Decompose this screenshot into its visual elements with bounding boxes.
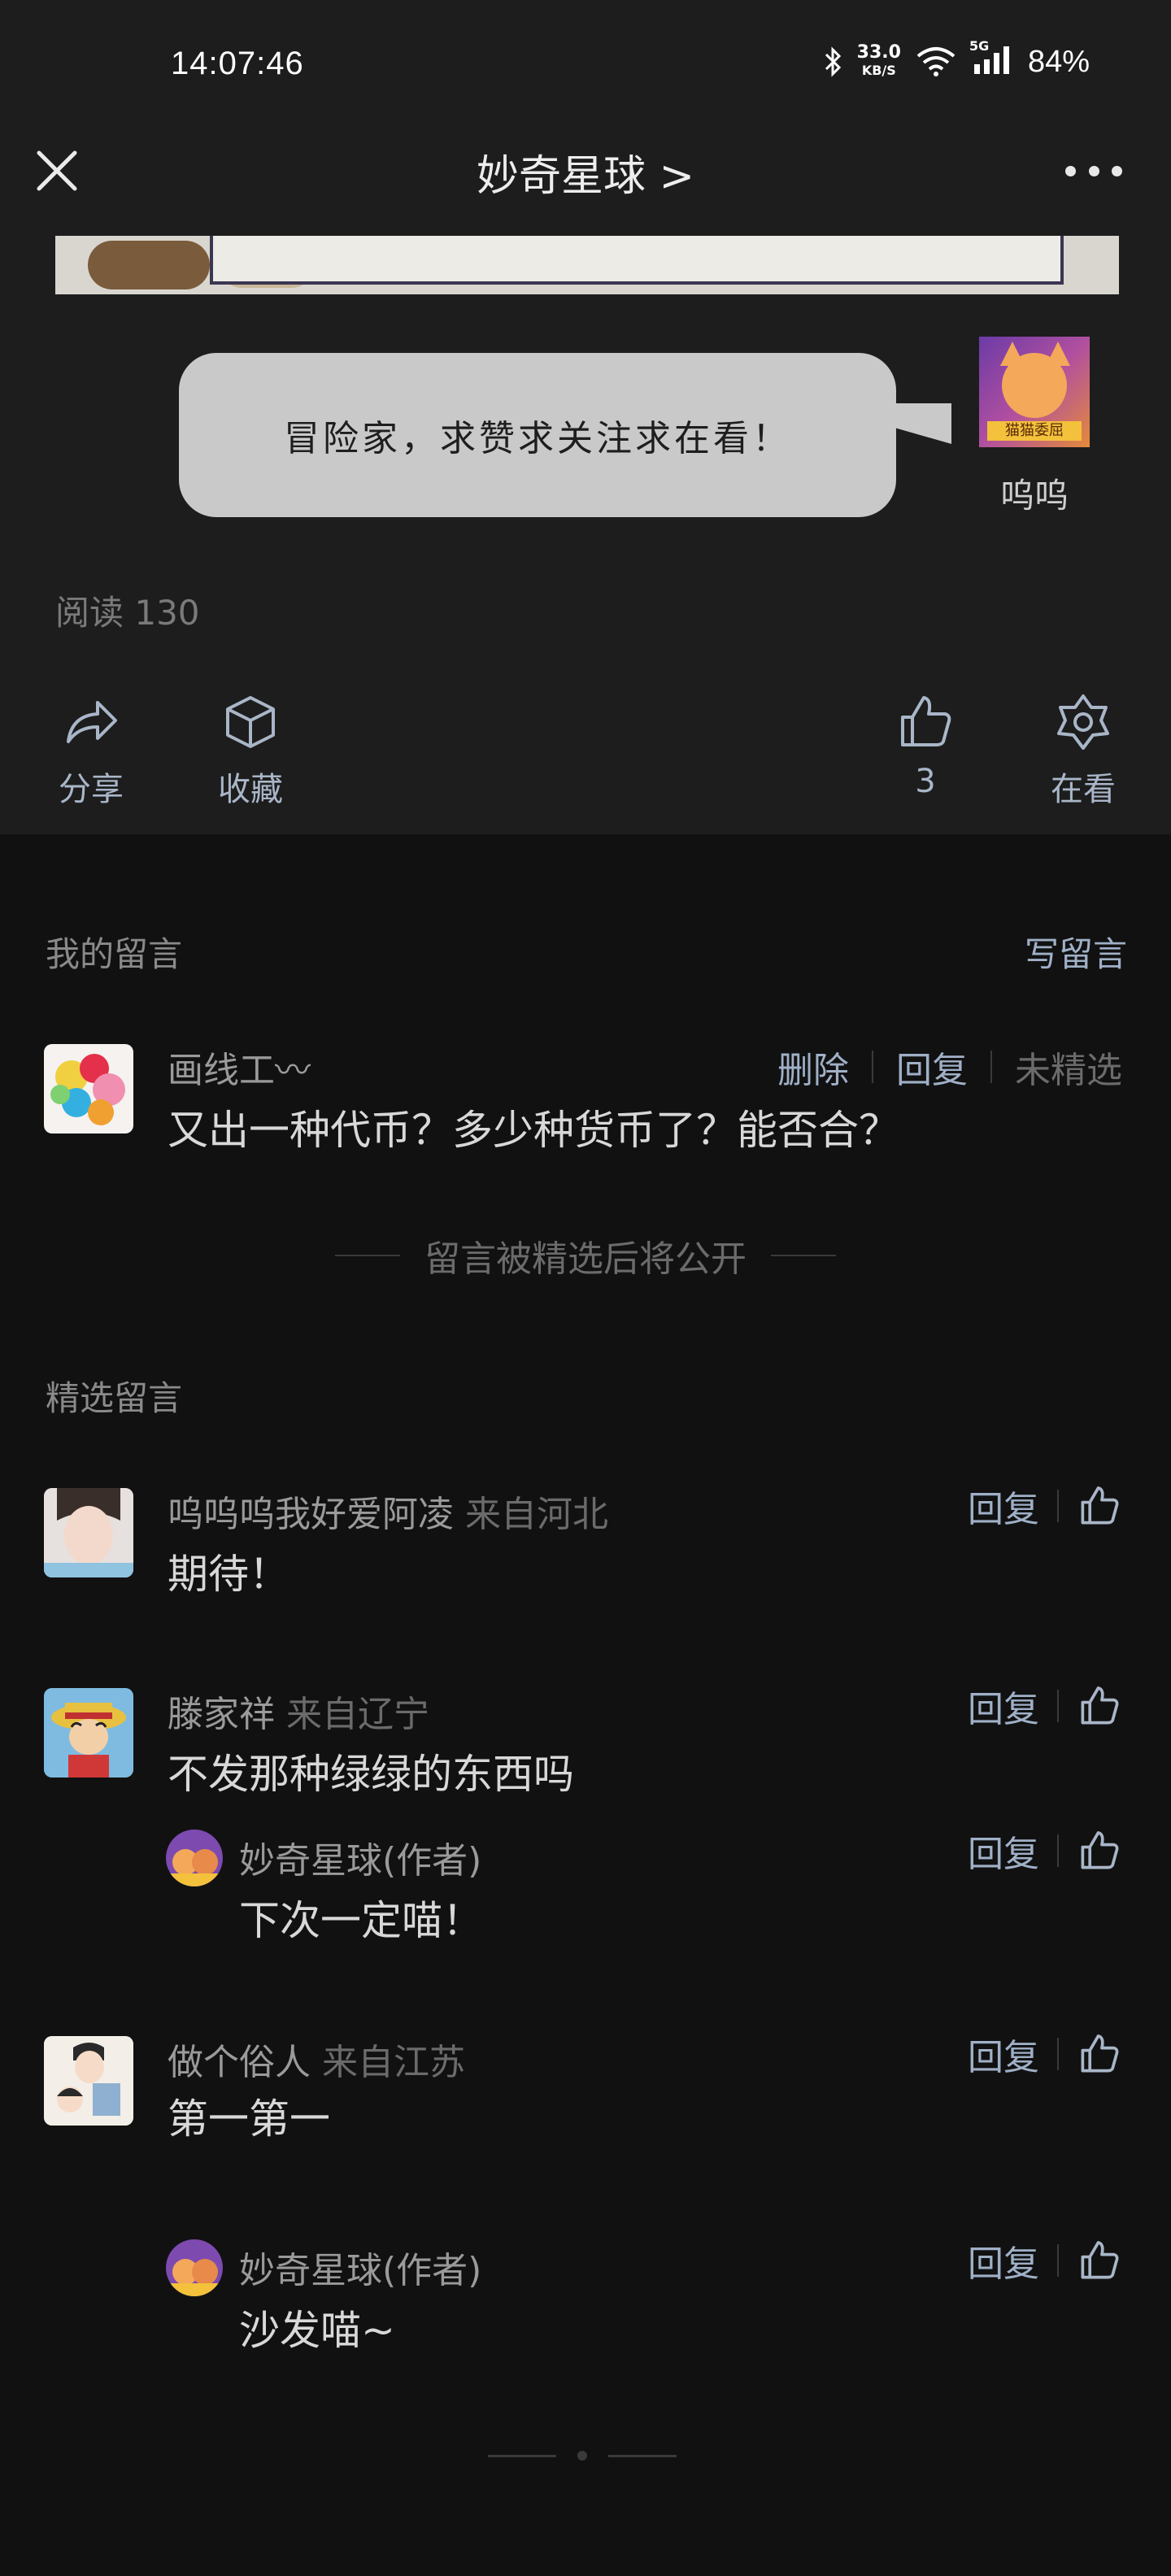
watching-icon <box>1057 694 1109 750</box>
my-comments-title: 我的留言 <box>46 934 183 974</box>
article-section: 冒险家，求赞求关注求在看！ 猫猫委屈 呜呜 阅读 130 分享 收藏 3 在看 <box>0 236 1171 834</box>
bubble-text: 冒险家，求赞求关注求在看！ <box>284 418 791 459</box>
comment-actions: 回复 <box>968 2028 1122 2080</box>
signal-5g-icon: 5G <box>969 38 1013 79</box>
reply-text: 沙发喵~ <box>239 2307 395 2354</box>
share-label: 分享 <box>59 771 124 808</box>
article-actions: 分享 收藏 3 在看 <box>0 691 1171 813</box>
speaker-name: 呜呜 <box>999 476 1069 516</box>
thumbs-up-icon[interactable] <box>1077 2238 1122 2283</box>
end-indicator <box>488 2451 677 2461</box>
reply-actions: 回复 <box>968 1825 1122 1877</box>
separator <box>1057 1690 1059 1722</box>
close-icon[interactable] <box>33 146 81 195</box>
reply-button[interactable]: 回复 <box>896 1041 968 1093</box>
battery-level: 84% <box>1027 44 1090 79</box>
reply-actions: 回复 <box>968 2234 1122 2287</box>
comment-header: 做个俗人 来自江苏 <box>168 2033 465 2085</box>
thumbs-up-icon[interactable] <box>1077 1483 1122 1529</box>
reply-button[interactable]: 回复 <box>968 2234 1039 2287</box>
comment-location: 来自江苏 <box>322 2042 465 2083</box>
avatar[interactable] <box>44 1044 133 1134</box>
author-nickname: 妙奇星球(作者) <box>239 2250 482 2291</box>
thumbs-up-icon[interactable] <box>1077 1683 1122 1729</box>
avatar[interactable] <box>44 2036 133 2126</box>
share-button[interactable]: 分享 <box>34 691 148 810</box>
separator <box>990 1051 992 1083</box>
thumbs-up-icon[interactable] <box>1077 1828 1122 1873</box>
watching-button[interactable]: 在看 <box>1026 691 1140 810</box>
comment-text: 第一第一 <box>168 2095 330 2143</box>
box-icon <box>226 696 275 748</box>
status-icons: 33.0 KB/S 5G 84% <box>823 38 1090 80</box>
author-avatar[interactable] <box>166 2239 223 2296</box>
more-icon[interactable] <box>1065 163 1122 179</box>
author-avatar[interactable] <box>166 1830 223 1886</box>
wifi-icon <box>916 47 956 76</box>
comment-header: 呜呜呜我好爱阿凌 来自河北 <box>168 1485 608 1537</box>
status-bar: 14:07:46 33.0 KB/S 5G 84% <box>0 0 1171 130</box>
nav-bar: 妙奇星球 > <box>0 130 1171 236</box>
bluetooth-icon <box>825 46 841 77</box>
featured-note: 留言被精选后将公开 <box>0 1229 1171 1281</box>
thumbs-up-icon[interactable] <box>1077 2031 1122 2077</box>
my-comment-actions: 删除 回复 未精选 <box>777 1041 1122 1093</box>
watching-label: 在看 <box>1051 771 1116 808</box>
delete-button[interactable]: 删除 <box>777 1041 849 1093</box>
reply-button[interactable]: 回复 <box>968 2028 1039 2080</box>
article-image <box>55 236 1119 294</box>
comment-location: 来自河北 <box>465 1494 608 1535</box>
like-button[interactable]: 3 <box>868 691 982 800</box>
bubble-tail <box>895 403 951 444</box>
author-nickname: 妙奇星球(作者) <box>239 1840 482 1882</box>
write-comment-button[interactable]: 写留言 <box>1025 927 1127 977</box>
comment-actions: 回复 <box>968 1480 1122 1532</box>
reply-button[interactable]: 回复 <box>968 1825 1039 1877</box>
featured-comments-title: 精选留言 <box>46 1378 183 1418</box>
comment-actions: 回复 <box>968 1680 1122 1732</box>
comment-text: 不发那种绿绿的东西吗 <box>168 1751 574 1798</box>
reply-button[interactable]: 回复 <box>968 1480 1039 1532</box>
status-time: 14:07:46 <box>171 46 304 81</box>
read-count: 阅读 130 <box>55 593 200 633</box>
separator <box>1057 2244 1059 2277</box>
comment-nickname: 做个俗人 <box>168 2042 311 2083</box>
reply-text: 下次一定喵！ <box>239 1897 483 1944</box>
reply-button[interactable]: 回复 <box>968 1680 1039 1732</box>
net-speed: 33.0 KB/S <box>856 42 901 79</box>
speech-bubble: 冒险家，求赞求关注求在看！ <box>179 353 896 517</box>
comment-text: 期待！ <box>168 1551 289 1598</box>
speaker-avatar: 猫猫委屈 <box>979 337 1090 447</box>
comment-nickname: 呜呜呜我好爱阿凌 <box>168 1494 454 1535</box>
separator <box>1057 1834 1059 1867</box>
featured-note-text: 留言被精选后将公开 <box>424 1238 747 1280</box>
like-count: 3 <box>915 763 936 800</box>
comment-text: 又出一种代币？多少种货币了？能否合？ <box>168 1107 899 1154</box>
comment-nickname: 滕家祥 <box>168 1694 275 1735</box>
share-icon <box>67 701 117 743</box>
separator <box>1057 1490 1059 1522</box>
avatar[interactable] <box>44 1688 133 1778</box>
comment-location: 来自辽宁 <box>286 1694 429 1735</box>
feature-status: 未精选 <box>1015 1050 1122 1091</box>
collect-button[interactable]: 收藏 <box>194 691 307 810</box>
collect-label: 收藏 <box>218 771 283 808</box>
comment-nickname: 画线工〰 <box>168 1050 311 1091</box>
account-title-link[interactable]: 妙奇星球 > <box>0 141 1171 202</box>
separator <box>872 1051 873 1083</box>
avatar[interactable] <box>44 1488 133 1577</box>
comment-header: 滕家祥 来自辽宁 <box>168 1685 429 1737</box>
separator <box>1057 2038 1059 2070</box>
thumbs-up-icon <box>901 696 951 746</box>
